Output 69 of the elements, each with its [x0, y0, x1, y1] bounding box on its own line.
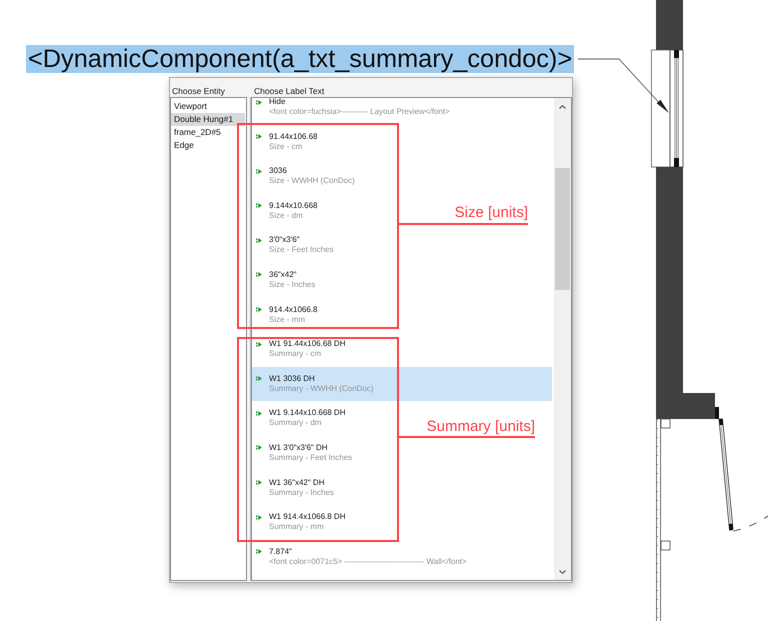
option-description: <font color=0071c5> ------------------------------ Wall</font> [269, 556, 467, 567]
option-description: Summary - dm [269, 418, 322, 428]
option-value: W1 3036 DH [269, 374, 316, 384]
arrow-icon [256, 376, 262, 382]
option-description: Size - WWHH (ConDoc) [269, 176, 355, 186]
chevron-down-icon [559, 570, 566, 574]
option-description: Size - cm [269, 142, 304, 152]
label-option[interactable]: 7.874" <font color=0071c5> ------------------------------ Wall</font> [252, 540, 471, 574]
option-value: 36"x42" [269, 270, 298, 280]
column-header: Choose Entity [171, 86, 226, 96]
label-option[interactable]: 9.144x10.668 Size - dm [252, 194, 322, 228]
option-description: Size - Inches [269, 280, 316, 290]
arrow-icon [256, 238, 262, 243]
option-value: 914.4x1066.8 [269, 304, 318, 315]
option-value: Hide [269, 98, 286, 107]
option-description: Summary - WWHH (ConDoc) [269, 384, 374, 394]
entity-list-item[interactable]: Edge [171, 139, 245, 152]
option-value: W1 9.144x10.668 DH [269, 408, 346, 418]
arrow-icon [256, 134, 262, 140]
label-option[interactable]: Hide <font color=fuchsia>---------- Layout Preview</font> [252, 98, 454, 125]
option-value: 9.144x10.668 [269, 200, 318, 211]
option-value: 91.44x106.68 [269, 132, 318, 142]
option-description: <font color=fuchsia>---------- Layout Preview</font> [269, 107, 450, 117]
entity-list-item[interactable]: frame_2D#5 [171, 126, 245, 139]
arrow-icon [256, 480, 262, 486]
arrow-icon [256, 272, 262, 278]
arrow-icon [256, 445, 262, 450]
option-description: Summary - Feet Inches [269, 452, 352, 463]
label-option[interactable]: W1 3'0"x3'6" DH Summary - Feet Inches [252, 436, 356, 471]
label-option[interactable]: W1 9.144x10.668 DH Summary - dm [252, 401, 350, 436]
label-option[interactable]: W1 91.44x106.68 DH Summary - cm [252, 332, 350, 367]
option-value: 3'0"x3'6" [269, 235, 301, 246]
scrollbar-thumb[interactable] [555, 168, 570, 290]
option-value: W1 914.4x1066.8 DH [269, 512, 346, 522]
option-description: Size - Feet Inches [269, 245, 334, 256]
entity-list-item[interactable]: Double Hung#1 [171, 113, 245, 126]
arrow-icon [256, 203, 262, 208]
option-value: W1 91.44x106.68 DH [269, 339, 346, 350]
label-option[interactable]: 3'0"x3'6" Size - Feet Inches [252, 228, 338, 263]
arrow-icon [256, 168, 262, 174]
label-option[interactable]: W1 36"x42" DH Summary - Inches [252, 470, 338, 506]
arrow-icon [256, 342, 262, 347]
option-value: W1 36"x42" DH [269, 478, 326, 488]
label-option[interactable]: 3036 Size - WWHH (ConDoc) [252, 159, 359, 194]
option-description: Summary - Inches [269, 488, 334, 498]
canvas-label: <DynamicComponent(a_txt_summary_condoc)> [26, 45, 574, 73]
option-description: Size - dm [269, 210, 304, 221]
annotation-label: Summary [units] [426, 418, 535, 435]
annotation-label: Size [units] [454, 204, 528, 221]
option-description: Summary - cm [269, 349, 322, 360]
label-option[interactable]: W1 3036 DH Summary - WWHH (ConDoc) [252, 366, 552, 402]
chevron-up-icon [559, 104, 566, 108]
arrow-icon [256, 307, 262, 312]
arrow-icon [256, 100, 262, 104]
label-option[interactable]: 36"x42" Size - Inches [252, 262, 320, 298]
option-value: W1 3'0"x3'6" DH [269, 442, 329, 453]
option-value: 7.874" [269, 546, 293, 557]
option-description: Size - mm [269, 314, 306, 325]
label-option[interactable]: W1 914.4x1066.8 DH Summary - mm [252, 505, 350, 540]
scrollbar[interactable] [554, 98, 571, 580]
arrow-icon [256, 549, 262, 554]
label-option[interactable]: 91.44x106.68 Size - cm [252, 124, 322, 160]
label-option[interactable]: 914.4x1066.8 Size - mm [252, 298, 322, 332]
entity-list-item[interactable]: Viewport [171, 100, 245, 113]
option-value: 3036 [269, 166, 288, 176]
arrow-icon [256, 410, 262, 416]
arrow-icon [256, 514, 262, 520]
option-description: Summary - mm [269, 522, 325, 532]
column-header: Choose Label Text [253, 86, 326, 96]
